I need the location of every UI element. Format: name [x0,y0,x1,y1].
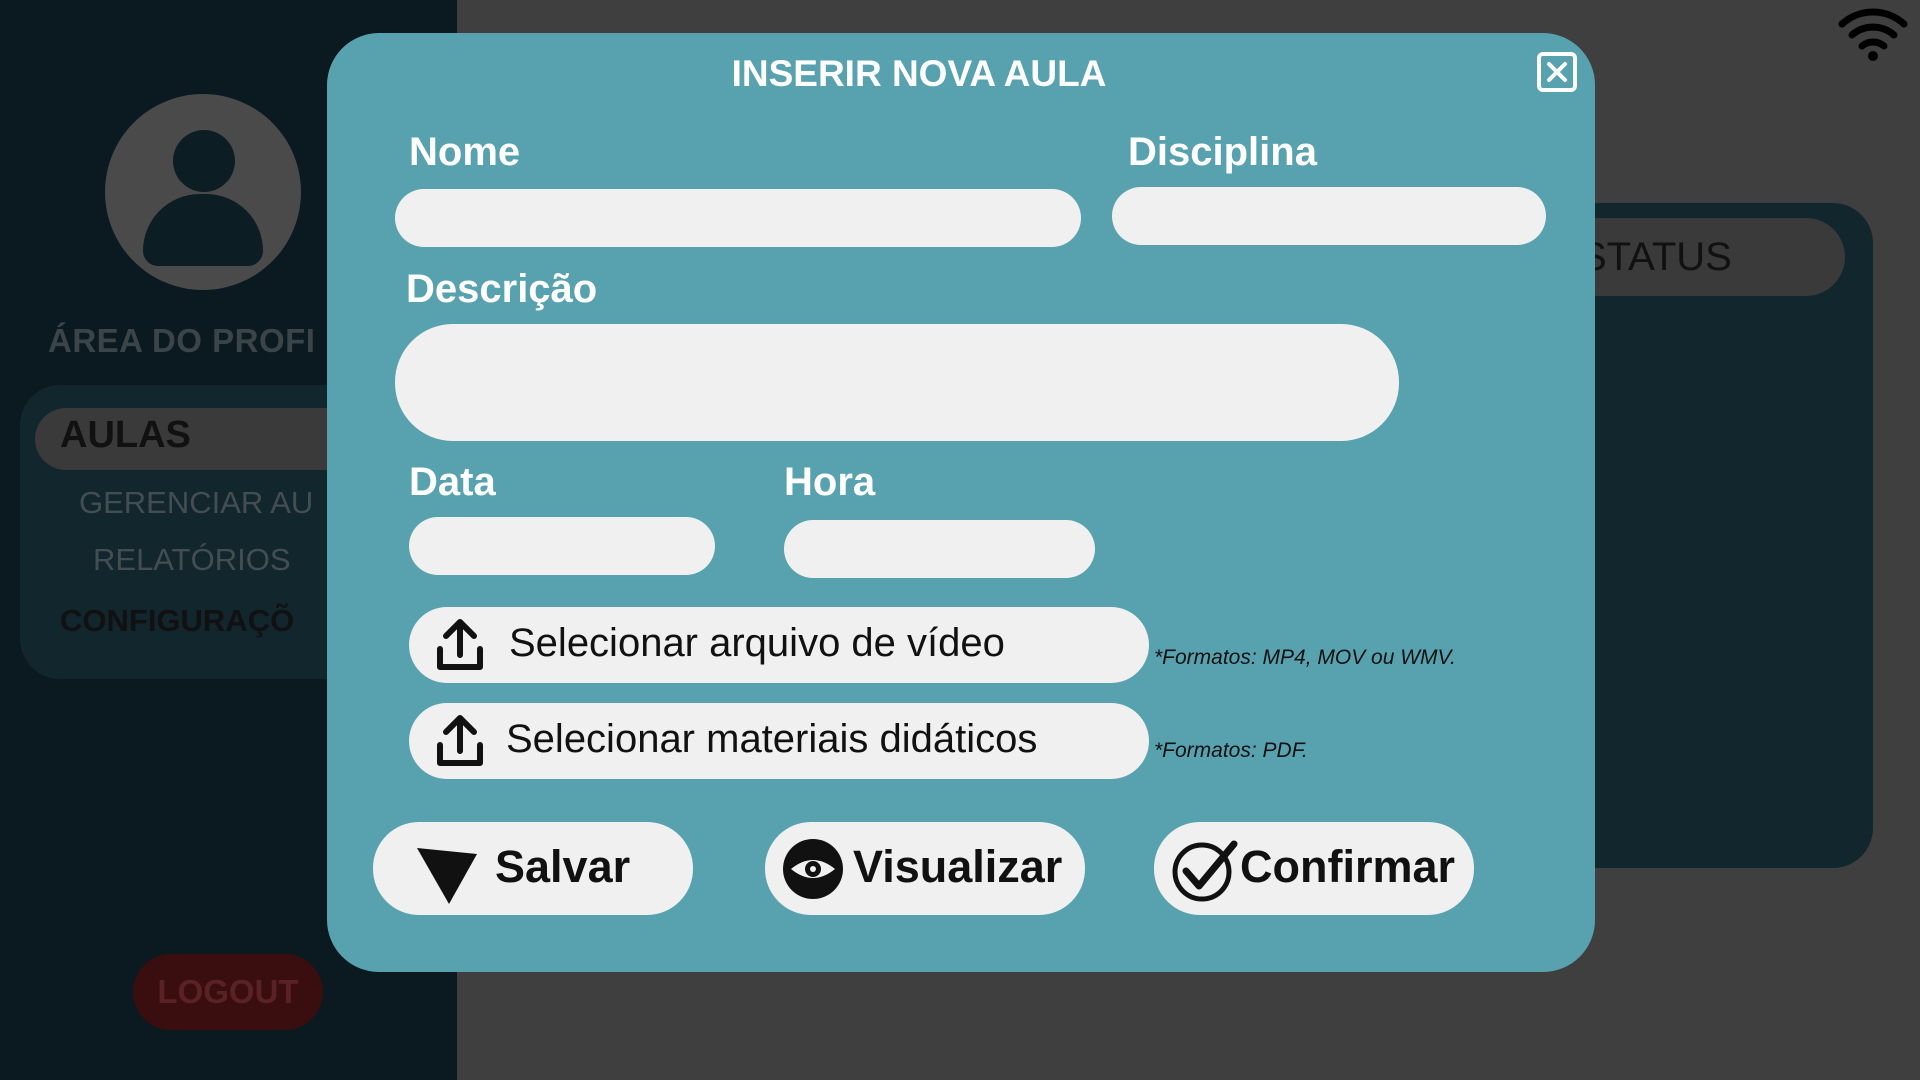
disciplina-label: Disciplina [1128,130,1317,174]
menu-item-gerenciar[interactable]: GERENCIAR AU [79,485,313,521]
send-arrow-icon [417,848,477,904]
close-button[interactable] [1537,52,1577,92]
close-icon [1547,62,1567,82]
upload-icon [437,619,483,670]
hora-input[interactable] [784,520,1095,578]
descricao-label: Descrição [406,267,598,311]
upload-icon [437,715,483,766]
menu-item-aulas[interactable]: AULAS [60,414,191,457]
disciplina-input[interactable] [1112,187,1546,245]
descricao-textarea[interactable] [395,324,1399,441]
select-materials-button[interactable]: Selecionar materiais didáticos [409,703,1149,779]
avatar-head [173,130,235,192]
wifi-icon [1838,8,1908,61]
insert-lesson-modal: INSERIR NOVA AULA Nome Disciplina Descri… [327,33,1595,972]
confirm-label: Confirmar [1240,841,1456,892]
nome-label: Nome [409,130,521,174]
avatar-body [143,194,263,266]
status-header-label: STATUS [1580,235,1732,279]
select-materials-label: Selecionar materiais didáticos [506,717,1038,761]
check-circle-icon [1172,840,1238,902]
menu-item-configuracoes[interactable]: CONFIGURAÇÕ [60,603,294,639]
data-label: Data [409,460,496,504]
area-title: ÁREA DO PROFI [48,322,316,359]
preview-label: Visualizar [853,841,1063,892]
preview-button[interactable]: Visualizar [765,822,1085,915]
logout-button[interactable]: LOGOUT [133,954,323,1030]
data-input[interactable] [409,517,715,575]
materials-formats-note: *Formatos: PDF. [1154,739,1308,762]
avatar-icon [105,94,301,290]
select-video-button[interactable]: Selecionar arquivo de vídeo [409,607,1149,683]
status-column-header: STATUS [1560,218,1845,296]
select-video-label: Selecionar arquivo de vídeo [509,621,1005,665]
save-button[interactable]: Salvar [373,822,693,915]
eye-icon [783,839,843,899]
save-label: Salvar [495,841,631,892]
nome-input[interactable] [395,189,1081,247]
table-panel [1560,203,1873,868]
hora-label: Hora [784,460,876,504]
confirm-button[interactable]: Confirmar [1154,822,1474,915]
video-formats-note: *Formatos: MP4, MOV ou WMV. [1154,646,1456,669]
modal-title: INSERIR NOVA AULA [731,53,1107,94]
menu-item-relatorios[interactable]: RELATÓRIOS [93,542,291,578]
